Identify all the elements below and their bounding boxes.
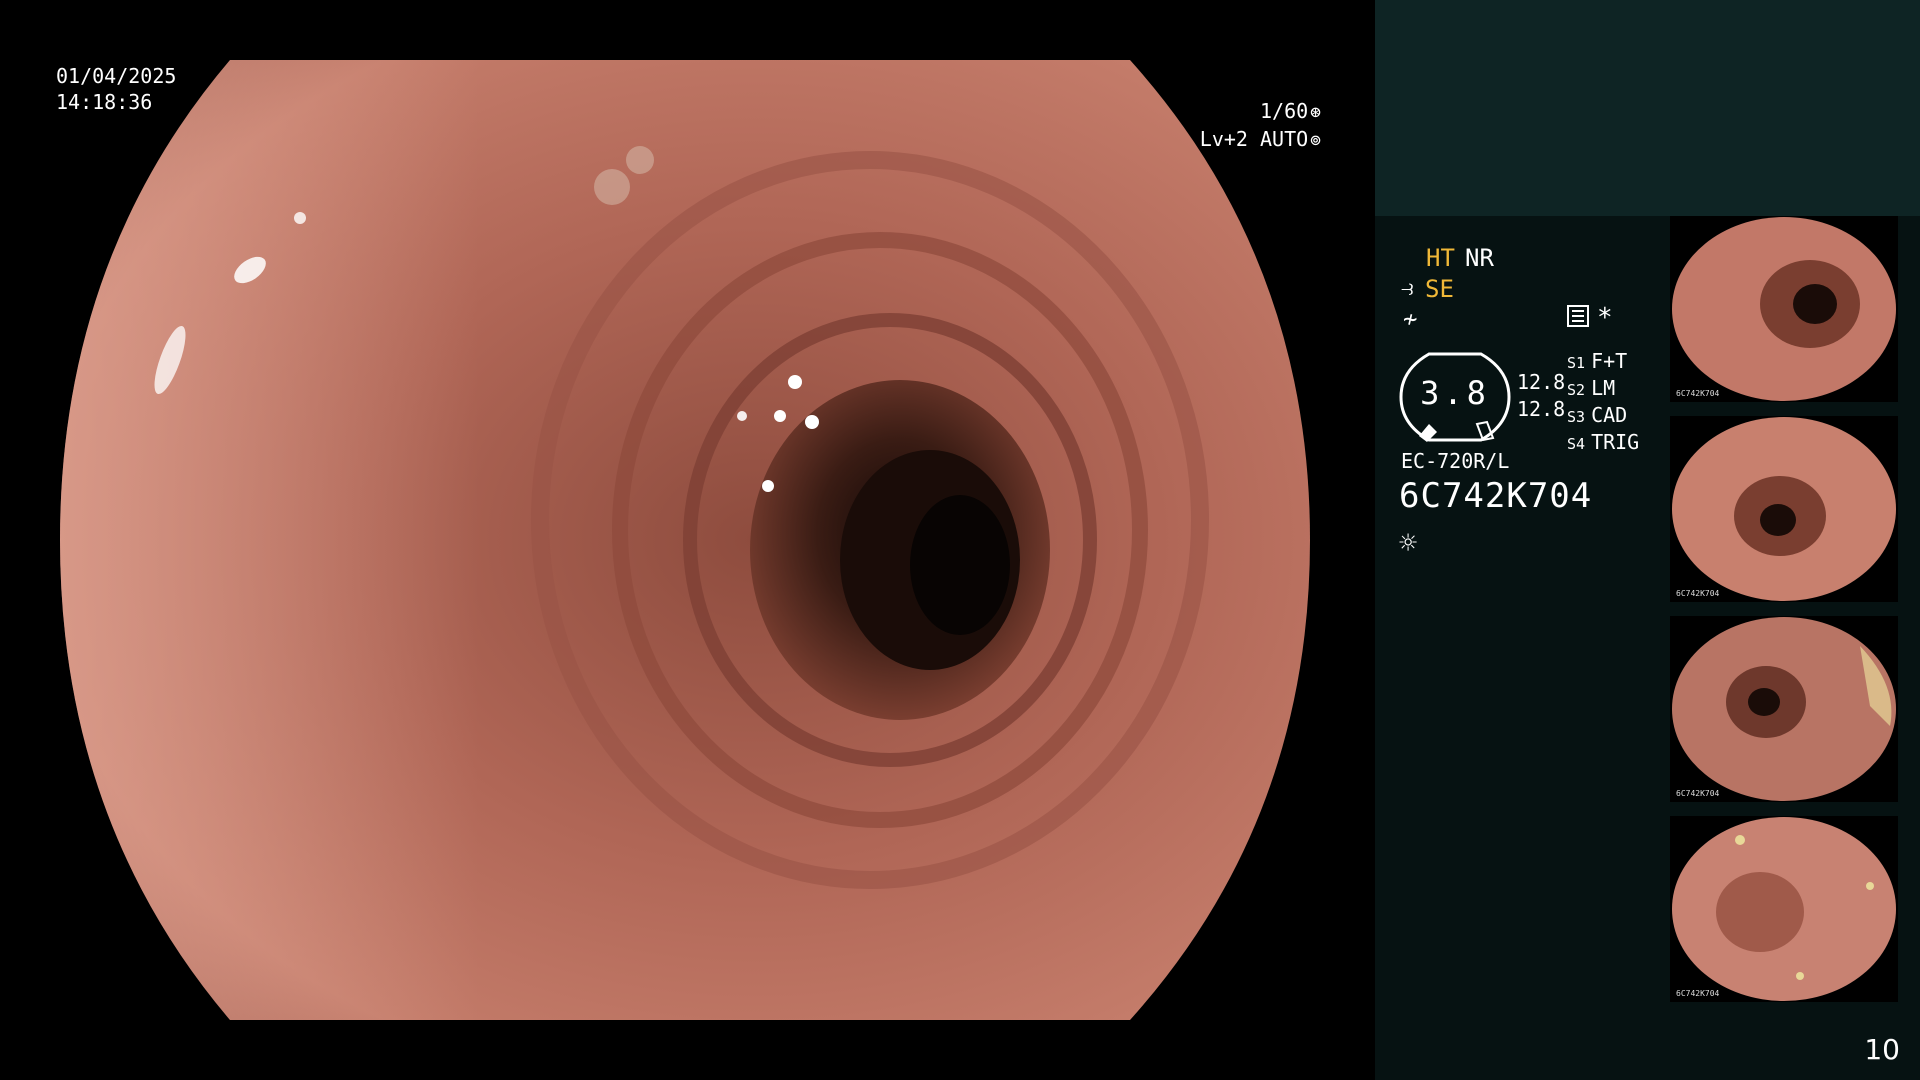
sun-icon: ☼ [1399,526,1418,561]
thumbnail-caption: 6C742K704 [1676,789,1720,798]
scope-serial: 6C742K704 [1399,476,1593,516]
scope-model: EC-720R/L [1401,449,1510,473]
thumbnail-image [1672,417,1896,601]
datetime-display: 01/04/2025 14:18:36 [56,63,176,115]
gauge-value: 3.8 [1420,374,1490,412]
page-number: 10 [1864,1033,1900,1066]
thumbnail-caption: 6C742K704 [1676,389,1720,398]
switch-row: S3 CAD [1567,403,1628,427]
date-text: 01/04/2025 [56,64,177,88]
thumbnail[interactable]: 6C742K704 [1670,816,1898,1002]
time-text: 14:18:36 [56,90,153,114]
thumbnail-strip: 6C742K704 6C742K704 6C742K704 6C742K704 [1670,216,1920,1016]
endoscope-image [60,60,1310,1020]
switch-row: S1 F+T [1567,349,1628,373]
shutter-text: 1/60 [1259,99,1309,123]
shutter-icon: ⊛ [1310,102,1321,123]
se-indicator: SE [1425,275,1454,303]
thumbnail-caption: 6C742K704 [1676,589,1720,598]
thumbnail[interactable]: 6C742K704 [1670,416,1898,602]
thumbnail[interactable]: 6C742K704 [1670,216,1898,402]
thumbnail-image [1672,217,1896,401]
nr-indicator: NR [1465,244,1494,272]
menu-icon [1567,305,1589,327]
endoscope-view: 01/04/2025 14:18:36 1/60 ⊛ Lv+2 AUTO ⊚ [0,0,1375,1080]
ht-indicator: HT [1426,244,1455,272]
thumbnail-caption: 6C742K704 [1676,989,1720,998]
switch-row: S2 LM [1567,376,1616,400]
top-band [1375,0,1920,216]
gauge-side-value-2: 12.8 [1517,397,1566,421]
info-panel: HT NR ⥽ SE ≁ * 3.8 12.8 12.8 S1 F+T S2 LM … [1375,0,1920,1080]
switch-assignments: S1 F+T S2 LM S3 CAD S4 TRIG [1567,349,1639,457]
star-indicator: * [1597,303,1613,333]
iris-icon: ⊚ [1310,130,1321,151]
thumbnail-image [1672,817,1896,1001]
gauge-side-value-1: 12.8 [1517,370,1566,394]
switch-row: S4 TRIG [1567,430,1640,454]
iris-text: Lv+2 AUTO [1199,127,1309,151]
f-icon: ≁ [1403,305,1418,333]
thumbnail-image [1672,617,1896,801]
se-icon: ⥽ [1401,276,1414,301]
thumbnail[interactable]: 6C742K704 [1670,616,1898,802]
exposure-display: 1/60 ⊛ Lv+2 AUTO ⊚ [1200,98,1321,154]
